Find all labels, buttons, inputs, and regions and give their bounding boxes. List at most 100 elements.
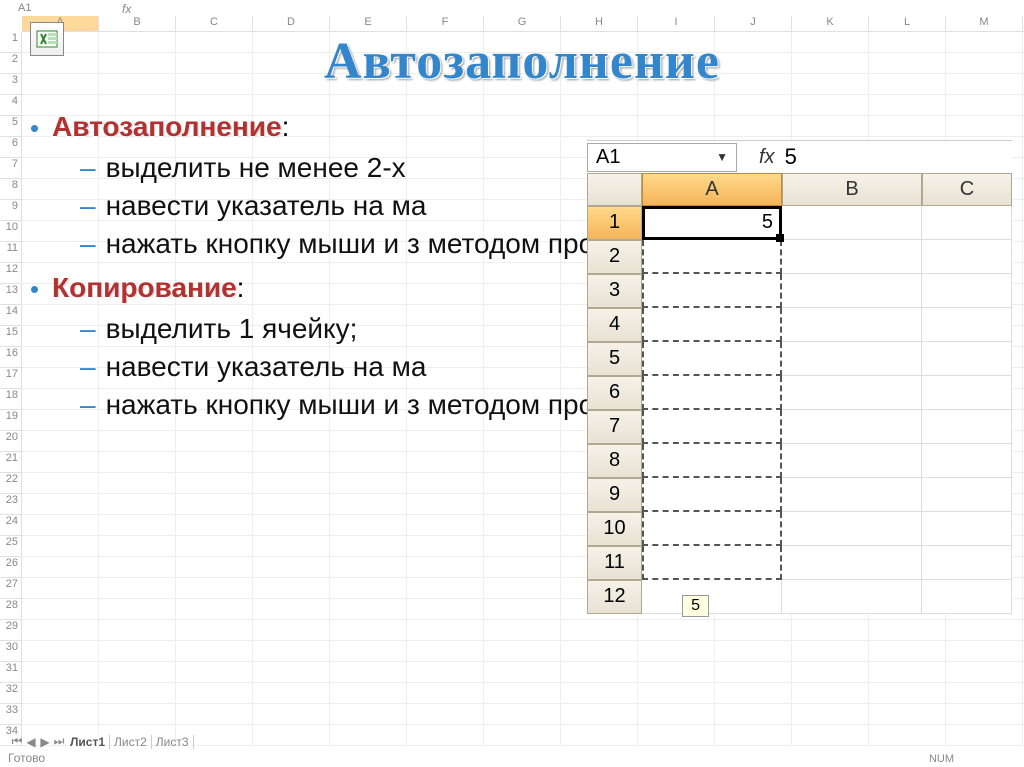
tab-nav-prev-icon[interactable]: ◀ xyxy=(24,735,38,749)
inset-row-header[interactable]: 12 xyxy=(587,580,642,614)
bg-row-header: 12 xyxy=(0,263,22,284)
inset-row-header[interactable]: 11 xyxy=(587,546,642,580)
inset-cell[interactable] xyxy=(782,240,922,274)
fill-handle[interactable] xyxy=(776,234,784,242)
inset-cell[interactable] xyxy=(922,240,1012,274)
inset-cell[interactable] xyxy=(782,376,922,410)
inset-row-header[interactable]: 1 xyxy=(587,206,642,240)
inset-cell[interactable] xyxy=(922,444,1012,478)
inset-cell[interactable] xyxy=(642,376,782,410)
inset-cell[interactable] xyxy=(782,580,922,614)
inset-row-header[interactable]: 8 xyxy=(587,444,642,478)
inset-cell[interactable] xyxy=(922,206,1012,240)
inset-row-header[interactable]: 9 xyxy=(587,478,642,512)
bg-cell xyxy=(407,704,484,725)
dropdown-icon[interactable]: ▼ xyxy=(716,150,728,164)
inset-cell[interactable] xyxy=(642,240,782,274)
bg-cell xyxy=(176,431,253,452)
bg-row-header: 26 xyxy=(0,557,22,578)
inset-col-header[interactable]: A xyxy=(642,173,782,206)
excel-inset: A1 ▼ fx 5 ABC 15523456789101112 xyxy=(587,140,1012,614)
bg-cell xyxy=(407,641,484,662)
inset-cell[interactable] xyxy=(922,546,1012,580)
tab-nav-last-icon[interactable]: ⏭ xyxy=(52,734,66,749)
inset-cell[interactable] xyxy=(922,376,1012,410)
inset-cell[interactable] xyxy=(642,546,782,580)
bg-col-header: L xyxy=(869,16,946,32)
sheet-tab[interactable]: Лист3 xyxy=(152,735,194,749)
bg-cell xyxy=(176,662,253,683)
inset-cell[interactable] xyxy=(642,342,782,376)
bg-cell xyxy=(253,599,330,620)
bg-cell xyxy=(22,599,99,620)
section-suffix: : xyxy=(282,111,290,142)
sheet-tabs[interactable]: ⏮ ◀ ▶ ⏭ Лист1Лист2Лист3 xyxy=(10,734,194,749)
bg-col-header: E xyxy=(330,16,407,32)
inset-name-box[interactable]: A1 ▼ xyxy=(587,143,737,172)
inset-cell[interactable] xyxy=(782,342,922,376)
inset-select-all[interactable] xyxy=(587,173,642,206)
inset-row-header[interactable]: 4 xyxy=(587,308,642,342)
bg-cell xyxy=(99,557,176,578)
bg-cell xyxy=(484,515,561,536)
bg-cell xyxy=(253,536,330,557)
inset-row-header[interactable]: 5 xyxy=(587,342,642,376)
bg-row-header: 3 xyxy=(0,74,22,95)
inset-cell[interactable] xyxy=(782,206,922,240)
bg-row-header: 4 xyxy=(0,95,22,116)
inset-row-header[interactable]: 3 xyxy=(587,274,642,308)
bg-fx-label: fx xyxy=(122,2,131,16)
bg-cell xyxy=(99,641,176,662)
inset-cell[interactable] xyxy=(922,274,1012,308)
inset-cell[interactable] xyxy=(642,580,782,614)
inset-cell[interactable] xyxy=(642,274,782,308)
bg-cell xyxy=(99,494,176,515)
inset-col-header[interactable]: C xyxy=(922,173,1012,206)
bg-col-header: I xyxy=(638,16,715,32)
inset-cell[interactable] xyxy=(782,410,922,444)
inset-grid: ABC 15523456789101112 xyxy=(587,173,1012,614)
bg-col-header: J xyxy=(715,16,792,32)
inset-row-header[interactable]: 6 xyxy=(587,376,642,410)
inset-cell[interactable] xyxy=(642,478,782,512)
tab-nav-first-icon[interactable]: ⏮ xyxy=(10,734,24,749)
bg-cell xyxy=(99,431,176,452)
inset-cell[interactable] xyxy=(782,274,922,308)
inset-cell[interactable] xyxy=(922,478,1012,512)
inset-cell[interactable] xyxy=(922,512,1012,546)
inset-cell[interactable] xyxy=(642,512,782,546)
inset-cell[interactable] xyxy=(642,410,782,444)
tab-nav-next-icon[interactable]: ▶ xyxy=(38,735,52,749)
inset-col-header[interactable]: B xyxy=(782,173,922,206)
inset-cell[interactable] xyxy=(782,444,922,478)
inset-cell[interactable] xyxy=(782,512,922,546)
bg-cell xyxy=(99,662,176,683)
bg-cell xyxy=(22,452,99,473)
inset-cell[interactable] xyxy=(642,444,782,478)
inset-row-header[interactable]: 10 xyxy=(587,512,642,546)
bg-cell xyxy=(99,683,176,704)
inset-row-header[interactable]: 2 xyxy=(587,240,642,274)
inset-row-header[interactable]: 7 xyxy=(587,410,642,444)
fx-icon[interactable]: fx xyxy=(759,146,775,169)
inset-cell[interactable] xyxy=(782,308,922,342)
bg-row-header: 7 xyxy=(0,158,22,179)
inset-cell[interactable] xyxy=(782,478,922,512)
sheet-tab[interactable]: Лист2 xyxy=(110,735,152,749)
bg-row-header: 11 xyxy=(0,242,22,263)
bg-cell xyxy=(22,641,99,662)
bg-col-header: D xyxy=(253,16,330,32)
sheet-tab[interactable]: Лист1 xyxy=(66,735,110,749)
bg-cell xyxy=(99,473,176,494)
inset-cell[interactable] xyxy=(922,410,1012,444)
bg-cell xyxy=(407,431,484,452)
bg-cell xyxy=(176,515,253,536)
inset-cell[interactable] xyxy=(922,580,1012,614)
inset-cell[interactable] xyxy=(782,546,922,580)
bg-cell xyxy=(869,620,946,641)
inset-cell[interactable] xyxy=(922,342,1012,376)
inset-cell[interactable] xyxy=(642,308,782,342)
bg-cell xyxy=(715,683,792,704)
inset-cell[interactable] xyxy=(922,308,1012,342)
inset-cell[interactable]: 55 xyxy=(642,206,782,240)
